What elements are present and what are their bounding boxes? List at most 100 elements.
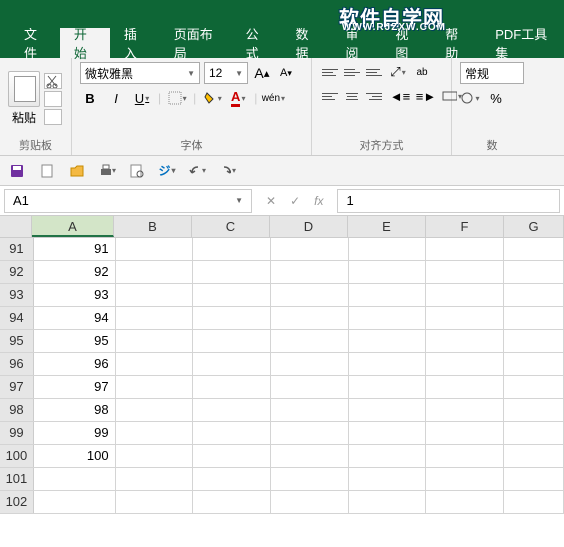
cell-E94[interactable]: [349, 307, 427, 329]
cell-G96[interactable]: [504, 353, 564, 375]
cell-C101[interactable]: [193, 468, 271, 490]
cell-B96[interactable]: [116, 353, 194, 375]
cell-G91[interactable]: [504, 238, 564, 260]
align-bottom-button[interactable]: [364, 63, 384, 81]
cell-G100[interactable]: [504, 445, 564, 467]
cell-G102[interactable]: [504, 491, 564, 513]
new-icon[interactable]: [38, 162, 56, 180]
align-top-button[interactable]: [320, 63, 340, 81]
border-button[interactable]: ▾: [167, 88, 187, 108]
row-header[interactable]: 102: [0, 491, 34, 513]
cell-G93[interactable]: [504, 284, 564, 306]
row-header[interactable]: 92: [0, 261, 34, 283]
cell-A95[interactable]: 95: [34, 330, 116, 352]
cell-D91[interactable]: [271, 238, 349, 260]
cell-A96[interactable]: 96: [34, 353, 116, 375]
cell-D94[interactable]: [271, 307, 349, 329]
cell-A101[interactable]: [34, 468, 116, 490]
cell-D102[interactable]: [271, 491, 349, 513]
orientation-button[interactable]: ⤢▾: [388, 62, 408, 82]
decrease-indent-button[interactable]: ◄≡: [390, 86, 410, 106]
percent-button[interactable]: %: [486, 88, 506, 108]
cell-C102[interactable]: [193, 491, 271, 513]
name-box[interactable]: A1▼: [4, 189, 252, 213]
cell-D92[interactable]: [271, 261, 349, 283]
cancel-icon[interactable]: ✕: [266, 194, 276, 208]
paste-button[interactable]: 粘贴: [8, 71, 40, 126]
increase-font-button[interactable]: A▴: [252, 63, 272, 83]
align-left-button[interactable]: [320, 87, 340, 105]
cell-F94[interactable]: [426, 307, 504, 329]
cell-A100[interactable]: 100: [34, 445, 116, 467]
cell-E99[interactable]: [349, 422, 427, 444]
formula-input[interactable]: 1: [337, 189, 560, 213]
cell-F100[interactable]: [426, 445, 504, 467]
cell-E100[interactable]: [349, 445, 427, 467]
print-icon[interactable]: ▾: [98, 162, 116, 180]
underline-button[interactable]: U▾: [132, 88, 152, 108]
row-header[interactable]: 97: [0, 376, 34, 398]
cell-C95[interactable]: [193, 330, 271, 352]
cell-E97[interactable]: [349, 376, 427, 398]
cell-A91[interactable]: 91: [34, 238, 116, 260]
align-center-button[interactable]: [342, 87, 362, 105]
cell-C92[interactable]: [193, 261, 271, 283]
cell-D93[interactable]: [271, 284, 349, 306]
cut-icon[interactable]: [44, 73, 62, 89]
cell-B99[interactable]: [116, 422, 194, 444]
cell-C100[interactable]: [193, 445, 271, 467]
currency-button[interactable]: ▾: [460, 88, 480, 108]
cell-A94[interactable]: 94: [34, 307, 116, 329]
font-size-select[interactable]: 12▼: [204, 62, 248, 84]
cell-D97[interactable]: [271, 376, 349, 398]
align-right-button[interactable]: [364, 87, 384, 105]
number-format-select[interactable]: 常规: [460, 62, 524, 84]
row-header[interactable]: 94: [0, 307, 34, 329]
font-name-select[interactable]: 微软雅黑▼: [80, 62, 200, 84]
cell-E96[interactable]: [349, 353, 427, 375]
col-header-B[interactable]: B: [114, 216, 192, 237]
cell-G101[interactable]: [504, 468, 564, 490]
cell-B92[interactable]: [116, 261, 194, 283]
cell-F98[interactable]: [426, 399, 504, 421]
row-header[interactable]: 98: [0, 399, 34, 421]
row-header[interactable]: 96: [0, 353, 34, 375]
cell-C98[interactable]: [193, 399, 271, 421]
cell-G99[interactable]: [504, 422, 564, 444]
cell-F101[interactable]: [426, 468, 504, 490]
cell-D95[interactable]: [271, 330, 349, 352]
row-header[interactable]: 100: [0, 445, 34, 467]
align-middle-button[interactable]: [342, 63, 362, 81]
increase-indent-button[interactable]: ≡►: [416, 86, 436, 106]
cell-B94[interactable]: [116, 307, 194, 329]
bold-button[interactable]: B: [80, 88, 100, 108]
phonetic-button[interactable]: wén▾: [263, 88, 283, 108]
cell-B93[interactable]: [116, 284, 194, 306]
cell-G94[interactable]: [504, 307, 564, 329]
row-header[interactable]: 101: [0, 468, 34, 490]
undo-icon[interactable]: ▾: [188, 162, 206, 180]
cell-B100[interactable]: [116, 445, 194, 467]
redo-icon[interactable]: ▾: [218, 162, 236, 180]
cell-C96[interactable]: [193, 353, 271, 375]
select-all-corner[interactable]: [0, 216, 32, 237]
cell-D98[interactable]: [271, 399, 349, 421]
cell-B97[interactable]: [116, 376, 194, 398]
cell-G92[interactable]: [504, 261, 564, 283]
cell-F96[interactable]: [426, 353, 504, 375]
cell-C97[interactable]: [193, 376, 271, 398]
spellcheck-icon[interactable]: ジ▾: [158, 162, 176, 180]
cell-G98[interactable]: [504, 399, 564, 421]
cell-C91[interactable]: [193, 238, 271, 260]
col-header-A[interactable]: A: [32, 216, 114, 237]
cell-F93[interactable]: [426, 284, 504, 306]
font-color-button[interactable]: A▾: [228, 88, 248, 108]
cell-E102[interactable]: [349, 491, 427, 513]
cell-A92[interactable]: 92: [34, 261, 116, 283]
cell-F95[interactable]: [426, 330, 504, 352]
cell-D101[interactable]: [271, 468, 349, 490]
cell-D100[interactable]: [271, 445, 349, 467]
col-header-C[interactable]: C: [192, 216, 270, 237]
decrease-font-button[interactable]: A▾: [276, 63, 296, 83]
fill-color-button[interactable]: ▾: [202, 88, 222, 108]
